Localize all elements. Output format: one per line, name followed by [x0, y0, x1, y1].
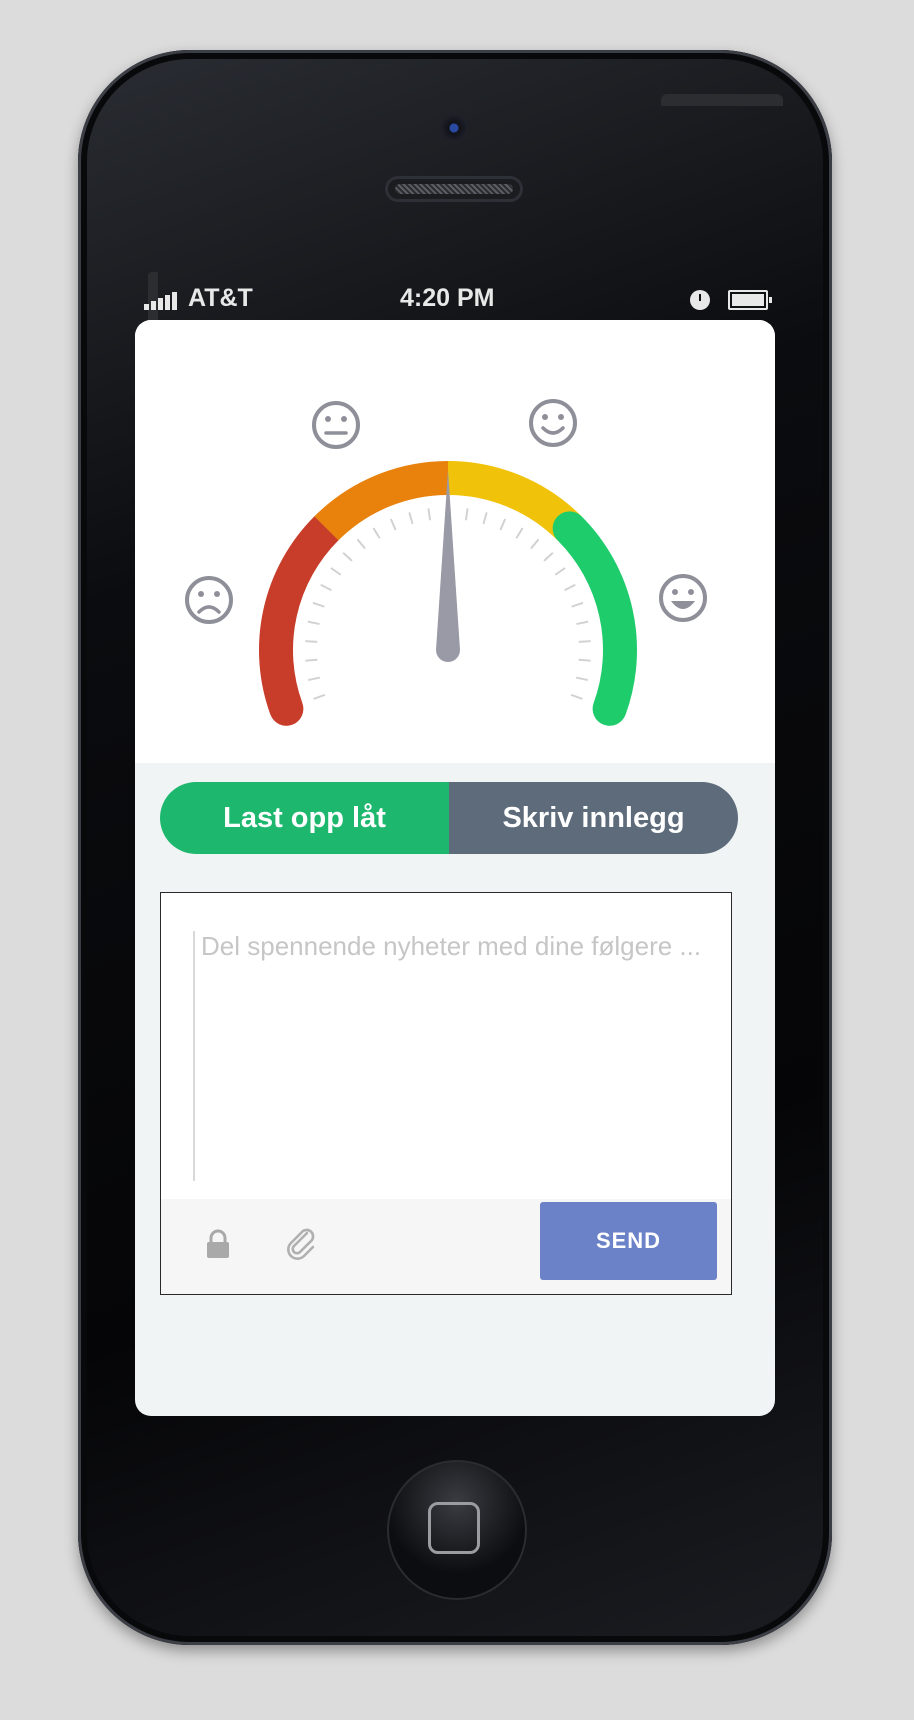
needle-pointer [436, 470, 460, 650]
app-screen: Last opp låt Skriv innlegg SEND [135, 320, 775, 1416]
gauge-tick [356, 538, 366, 550]
battery-icon [728, 290, 772, 310]
gauge-tick [389, 518, 397, 531]
gauge-arc-segment-3 [447, 461, 582, 541]
gauge-tick [313, 693, 326, 700]
face-eye [688, 589, 694, 595]
gauge-tick [312, 601, 325, 608]
mode-toggle: Last opp låt Skriv innlegg [160, 782, 738, 854]
face-eye [672, 589, 678, 595]
face-outline [529, 399, 577, 447]
grinning-face-icon [659, 574, 707, 622]
face-eye [214, 591, 220, 597]
gauge-tick [575, 676, 589, 682]
gauge-tick [530, 538, 540, 550]
paperclip-icon[interactable] [285, 1225, 317, 1261]
power-button [661, 94, 783, 106]
gauge-tick [578, 640, 591, 643]
face-outline [659, 574, 707, 622]
clock-time: 4:20 PM [400, 284, 495, 312]
neutral-face-icon [312, 401, 360, 449]
gauge-tick [307, 620, 320, 626]
gauge-tick [578, 658, 591, 662]
gauge-tick [464, 508, 469, 521]
gauge-tick [482, 512, 488, 525]
composer-toolbar: SEND [161, 1199, 731, 1294]
sad-face-icon [185, 576, 233, 624]
gauge-tick [305, 640, 318, 643]
face-eye [341, 416, 347, 422]
upload-song-tab[interactable]: Last opp låt [160, 782, 449, 854]
face-eye [198, 591, 204, 597]
post-text-input[interactable] [193, 931, 711, 1181]
face-mouth [671, 601, 695, 609]
earpiece-speaker [385, 176, 523, 202]
gauge-tick [342, 552, 353, 562]
alarm-clock-icon [690, 290, 710, 310]
gauge-tick [576, 620, 589, 626]
face-outline [185, 576, 233, 624]
gauge-tick [554, 567, 566, 576]
lock-icon[interactable] [205, 1229, 231, 1259]
happy-face-icon [529, 399, 577, 447]
face-mouth [541, 426, 565, 435]
face-eye [558, 414, 564, 420]
gauge-tick [543, 552, 554, 562]
mood-gauge [185, 399, 707, 726]
home-square-icon [428, 1502, 480, 1554]
gauge-tick [564, 583, 576, 592]
gauge-tick [330, 567, 342, 576]
front-camera [440, 114, 468, 142]
gauge-arc-segment-4 [552, 511, 637, 726]
face-eye [542, 414, 548, 420]
gauge-tick [515, 527, 524, 539]
needle-hub [436, 638, 460, 662]
status-bar: AT&T 4:20 PM [140, 282, 772, 318]
gauge-tick [372, 527, 381, 539]
gauge-tick [570, 693, 583, 700]
signal-strength-icon [144, 292, 177, 310]
gauge-arc-segment-1 [259, 511, 344, 726]
gauge-tick [307, 676, 321, 682]
face-outline [312, 401, 360, 449]
gauge-arc-segment-2 [314, 461, 449, 541]
gauge-tick [499, 518, 507, 531]
post-composer: SEND [160, 892, 732, 1295]
send-button[interactable]: SEND [540, 1202, 717, 1280]
face-eye [325, 416, 331, 422]
gauge-tick [320, 583, 332, 592]
face-mouth [197, 605, 221, 614]
gauge-tick [408, 512, 414, 525]
carrier-label: AT&T [188, 284, 253, 312]
write-post-tab[interactable]: Skriv innlegg [449, 782, 738, 854]
mood-gauge-panel [135, 320, 775, 763]
gauge-tick [571, 601, 584, 608]
gauge-needle [436, 470, 460, 662]
gauge-tick [427, 508, 432, 521]
gauge-tick [305, 658, 318, 662]
